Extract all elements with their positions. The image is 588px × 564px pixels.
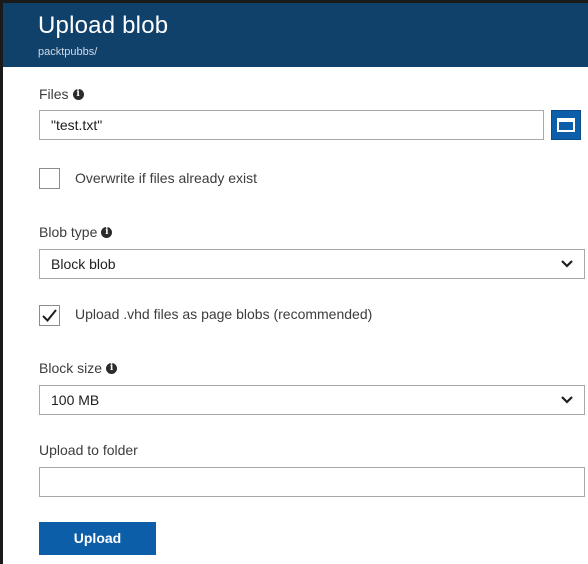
upload-folder-label: Upload to folder xyxy=(39,442,138,458)
upload-folder-label-row: Upload to folder xyxy=(39,442,138,458)
vhd-page-blobs-label: Upload .vhd files as page blobs (recomme… xyxy=(75,306,373,322)
chevron-down-icon xyxy=(561,396,573,404)
block-size-value: 100 MB xyxy=(51,392,100,408)
block-size-label: Block size xyxy=(39,360,103,376)
browse-files-button[interactable] xyxy=(551,110,581,140)
overwrite-label: Overwrite if files already exist xyxy=(75,170,258,186)
checkmark-icon xyxy=(42,309,57,322)
chevron-down-icon xyxy=(561,260,573,268)
blob-type-label-row: Blob type i xyxy=(39,224,113,240)
blob-type-select[interactable]: Block blob xyxy=(39,249,585,279)
block-size-select[interactable]: 100 MB xyxy=(39,385,585,415)
files-label-row: Files i xyxy=(39,86,84,102)
blob-type-value: Block blob xyxy=(51,256,116,272)
panel-header: Upload blob packtpubbs/ xyxy=(3,3,588,67)
overwrite-checkbox[interactable] xyxy=(39,168,60,189)
block-size-label-row: Block size i xyxy=(39,360,118,376)
upload-button[interactable]: Upload xyxy=(39,522,156,555)
frame-left-border xyxy=(0,0,3,564)
upload-folder-input[interactable] xyxy=(39,467,585,497)
vhd-page-blobs-checkbox[interactable] xyxy=(39,305,60,326)
files-label: Files xyxy=(39,86,69,102)
panel-subtitle: packtpubbs/ xyxy=(38,46,98,58)
panel-title: Upload blob xyxy=(38,12,169,39)
info-icon[interactable]: i xyxy=(106,362,118,374)
upload-blob-panel: Upload blob packtpubbs/ Files i "test.tx… xyxy=(0,0,588,564)
folder-icon xyxy=(557,118,575,132)
blob-type-label: Blob type xyxy=(39,224,98,240)
files-input[interactable]: "test.txt" xyxy=(39,110,544,140)
info-icon[interactable]: i xyxy=(72,88,84,100)
info-icon[interactable]: i xyxy=(101,226,113,238)
